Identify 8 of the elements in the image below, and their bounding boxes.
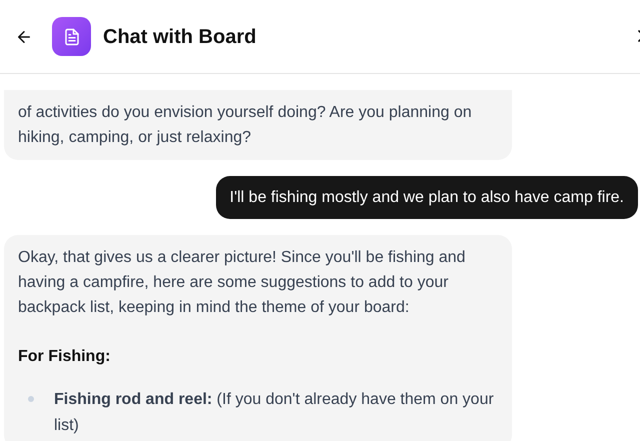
message-text: I'll be fishing mostly and we plan to also have camp fire. (230, 188, 624, 208)
list-item-text: Fishing rod and reel: (If you don't already have them on your list) (54, 390, 495, 436)
window-title: Chat with Board (103, 24, 256, 50)
document-icon (52, 17, 91, 56)
section-heading: For Fishing: (18, 347, 112, 367)
bullet-icon (28, 396, 34, 402)
message-text: of activities do you envision yourself doing? Are you planning on hiking, camping, or just relaxing? (18, 103, 473, 148)
message-text: Okay, that gives us a clearer picture! Since you'll be fishing and having a campfire, here are some suggestions to add to your backpack list, keeping in mind the theme of your board: (18, 248, 466, 318)
